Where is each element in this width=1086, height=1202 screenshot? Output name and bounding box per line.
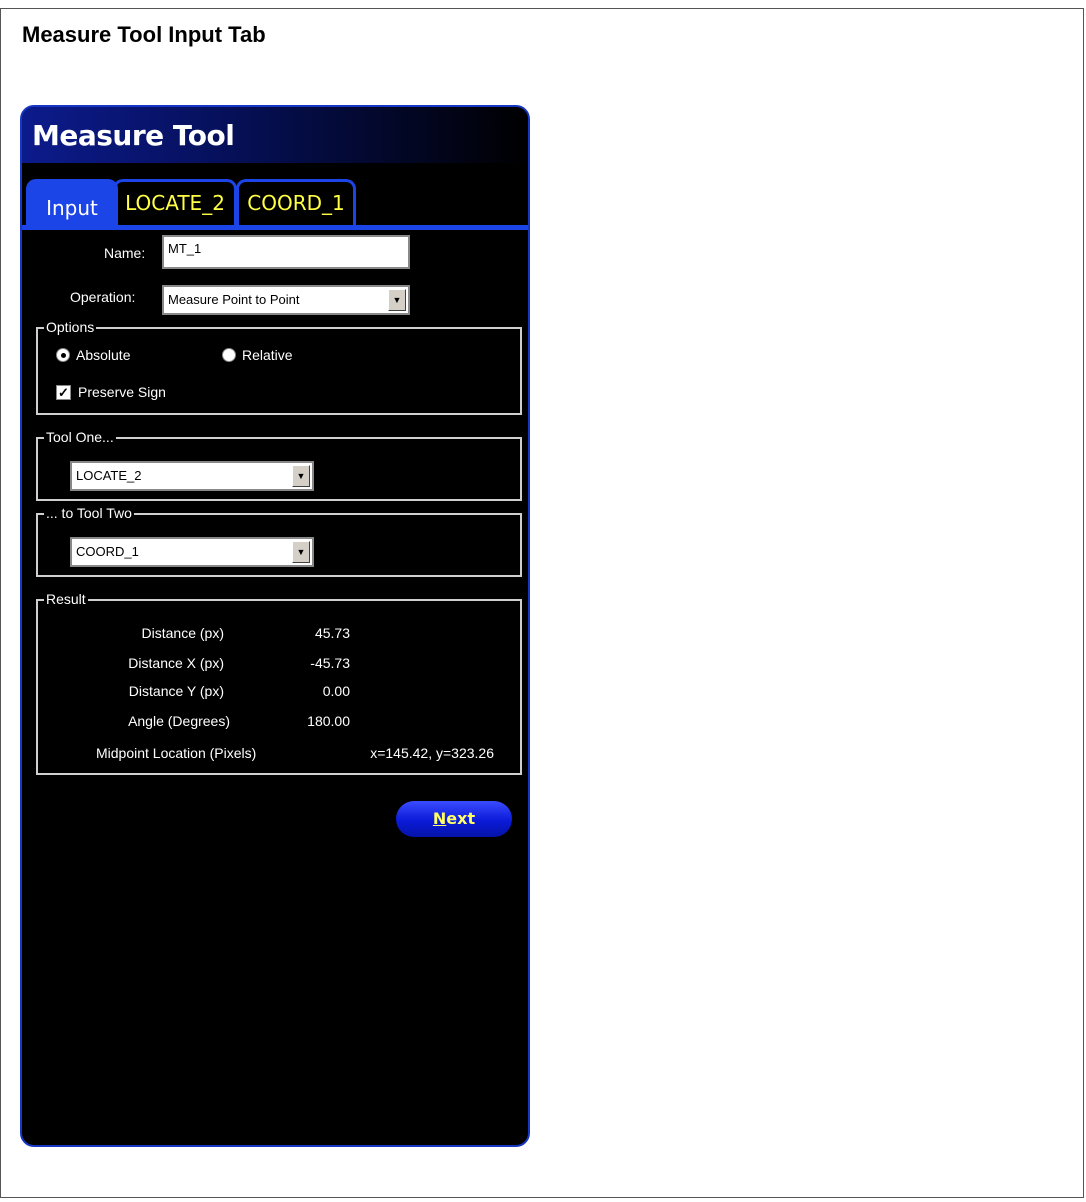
tool-two-value: COORD_1 bbox=[76, 544, 139, 559]
tool-two-group: ... to Tool Two COORD_1 ▼ bbox=[36, 505, 522, 577]
tab-coord-1[interactable]: COORD_1 bbox=[236, 179, 356, 229]
preserve-sign-checkbox[interactable]: ✓ bbox=[56, 385, 71, 400]
chevron-down-icon[interactable]: ▼ bbox=[292, 541, 310, 563]
result-row-label: Distance Y (px) bbox=[128, 683, 224, 699]
name-label: Name: bbox=[104, 245, 146, 261]
operation-label: Operation: bbox=[70, 289, 136, 305]
result-legend: Result bbox=[44, 591, 88, 607]
next-button-mnemonic: N bbox=[432, 809, 447, 828]
tool-two-legend: ... to Tool Two bbox=[44, 505, 134, 521]
operation-value: Measure Point to Point bbox=[168, 292, 300, 307]
result-row-label: Distance X (px) bbox=[128, 655, 224, 671]
result-row-value: 0.00 bbox=[322, 683, 350, 699]
panel-title: Measure Tool bbox=[32, 119, 235, 152]
midpoint-label: Midpoint Location (Pixels) bbox=[96, 745, 257, 761]
tab-locate-2[interactable]: LOCATE_2 bbox=[113, 179, 237, 229]
result-group: Result Distance (px) 45.73 Distance X (p… bbox=[36, 591, 522, 775]
tool-two-select[interactable]: COORD_1 ▼ bbox=[70, 537, 314, 567]
tool-one-group: Tool One... LOCATE_2 ▼ bbox=[36, 429, 522, 501]
panel-titlebar: Measure Tool bbox=[22, 107, 528, 163]
options-group: Options Absolute Relative ✓ Preserve Sig… bbox=[36, 319, 522, 415]
preserve-sign-label: Preserve Sign bbox=[78, 384, 166, 400]
absolute-radio[interactable] bbox=[56, 348, 70, 362]
result-row-label: Distance (px) bbox=[141, 625, 224, 641]
page-heading: Measure Tool Input Tab bbox=[22, 22, 266, 47]
radio-selected-dot bbox=[61, 353, 66, 358]
tab-input[interactable]: Input bbox=[26, 179, 118, 230]
tool-one-value: LOCATE_2 bbox=[76, 468, 142, 483]
tool-one-legend: Tool One... bbox=[44, 429, 116, 445]
operation-select[interactable]: Measure Point to Point ▼ bbox=[162, 285, 410, 315]
absolute-label: Absolute bbox=[76, 347, 131, 363]
result-row-label: Angle (Degrees) bbox=[128, 713, 230, 729]
result-row-value: 45.73 bbox=[314, 625, 350, 641]
chevron-down-icon[interactable]: ▼ bbox=[292, 465, 310, 487]
midpoint-value: x=145.42, y=323.26 bbox=[370, 745, 494, 761]
result-row-value: -45.73 bbox=[310, 655, 350, 671]
options-legend: Options bbox=[44, 319, 97, 335]
chevron-down-icon[interactable]: ▼ bbox=[388, 289, 406, 311]
tool-one-select[interactable]: LOCATE_2 ▼ bbox=[70, 461, 314, 491]
relative-label: Relative bbox=[242, 347, 293, 363]
next-button-label: ext bbox=[446, 809, 476, 828]
name-input[interactable]: MT_1 bbox=[162, 235, 410, 269]
result-row-value: 180.00 bbox=[307, 713, 350, 729]
measure-tool-panel: Measure Tool LOCATE_2 COORD_1 Input Name… bbox=[20, 105, 530, 1147]
relative-radio[interactable] bbox=[222, 348, 236, 362]
next-button[interactable]: Next bbox=[396, 801, 512, 837]
